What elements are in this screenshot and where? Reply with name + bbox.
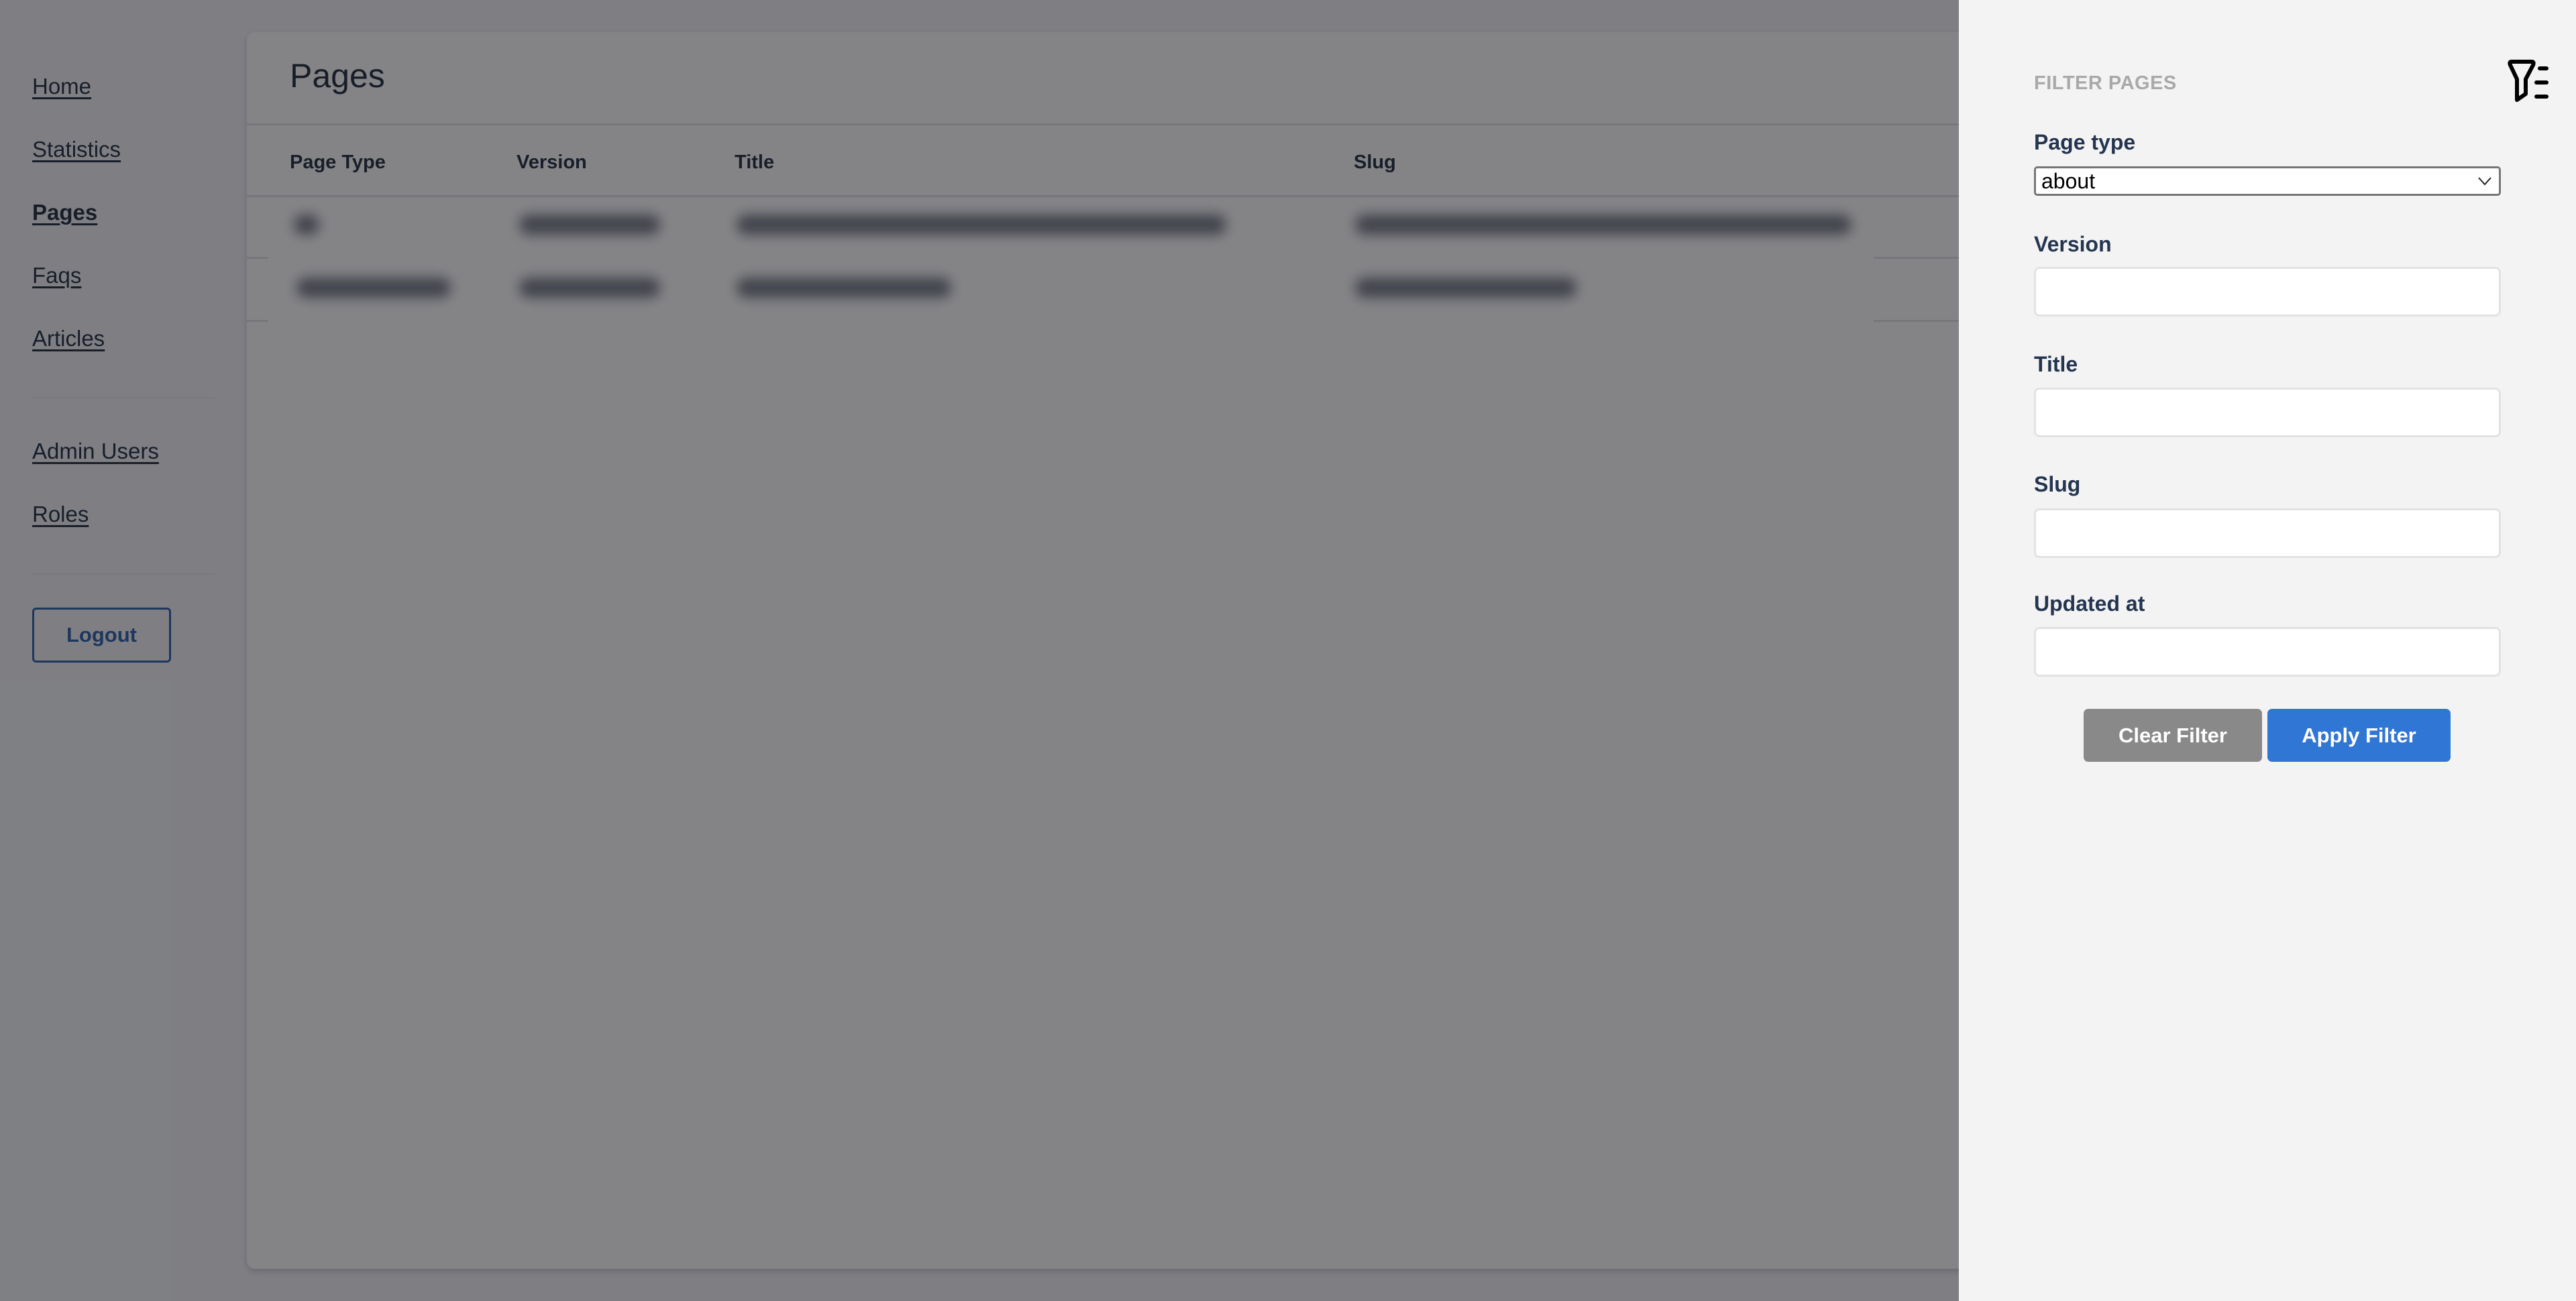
page-type-selected-value: about [2041,168,2096,193]
chevron-down-icon [2478,177,2491,186]
updated-at-input[interactable] [2034,627,2501,677]
slug-label: Slug [2034,472,2081,496]
version-input[interactable] [2034,267,2501,317]
filter-panel-title: FILTER PAGES [2034,72,2177,94]
page-type-label: Page type [2034,130,2136,154]
version-label: Version [2034,232,2112,256]
title-input[interactable] [2034,388,2501,437]
title-label: Title [2034,352,2078,376]
filter-drawer: FILTER PAGES Page type about Version Tit… [1959,0,2576,1301]
filter-list-icon[interactable] [2508,56,2560,103]
updated-at-label: Updated at [2034,591,2145,616]
page-type-select[interactable]: about [2034,166,2501,196]
slug-input[interactable] [2034,508,2501,558]
clear-filter-button[interactable]: Clear Filter [2084,709,2262,762]
apply-filter-button[interactable]: Apply Filter [2267,709,2451,762]
